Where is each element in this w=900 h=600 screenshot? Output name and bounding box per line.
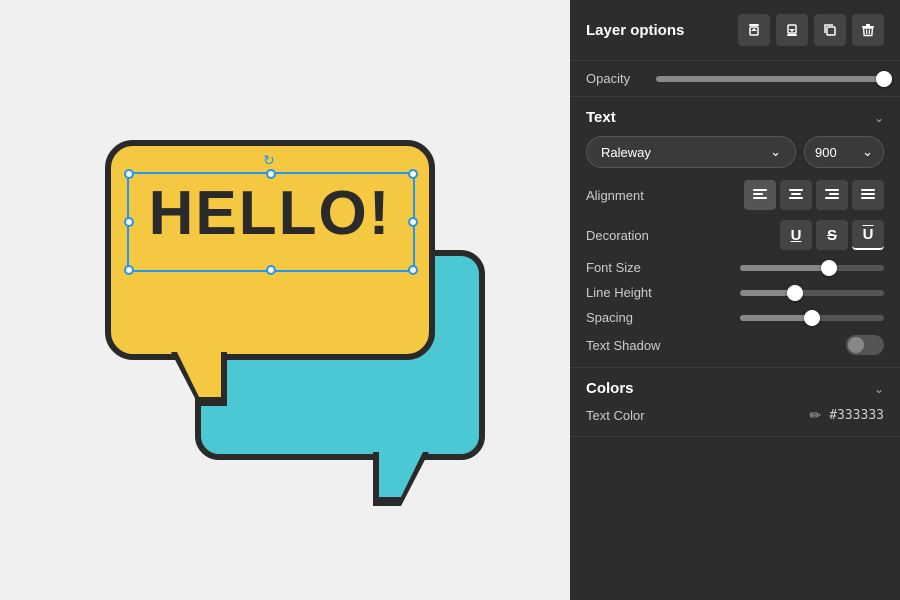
opacity-label: Opacity — [586, 71, 646, 86]
strikethrough-button[interactable]: S — [816, 220, 848, 250]
align-right-button[interactable] — [816, 180, 848, 210]
decoration-row: Decoration U S U — [586, 220, 884, 250]
delete-button[interactable] — [852, 14, 884, 46]
decoration-label: Decoration — [586, 228, 780, 243]
font-size-row: Font Size — [586, 260, 884, 275]
align-left-button[interactable] — [744, 180, 776, 210]
eyedropper-icon[interactable]: ✏ — [809, 407, 821, 424]
illustration: HELLO! ↻ — [75, 110, 495, 490]
handle-bm[interactable] — [266, 265, 276, 275]
font-size-thumb[interactable] — [821, 260, 837, 276]
font-weight-value: 900 — [815, 145, 837, 160]
alignment-label: Alignment — [586, 188, 744, 203]
text-color-value: ✏ #333333 — [809, 407, 884, 424]
opacity-track — [656, 76, 884, 82]
spacing-fill — [740, 315, 812, 321]
colors-chevron-icon[interactable]: ⌄ — [874, 382, 884, 396]
font-size-label: Font Size — [586, 260, 730, 275]
line-height-label: Line Height — [586, 285, 730, 300]
handle-bl[interactable] — [124, 265, 134, 275]
text-color-label: Text Color — [586, 408, 809, 423]
font-size-fill — [740, 265, 829, 271]
alignment-row: Alignment — [586, 180, 884, 210]
text-color-row: Text Color ✏ #333333 — [586, 407, 884, 424]
opacity-thumb[interactable] — [876, 71, 892, 87]
font-row: Raleway ⌄ 900 ⌄ — [586, 136, 884, 168]
handle-tr[interactable] — [408, 169, 418, 179]
text-section-header: Text ⌄ — [586, 109, 884, 126]
handle-tl[interactable] — [124, 169, 134, 179]
align-top-button[interactable] — [738, 14, 770, 46]
text-section-title: Text — [586, 109, 616, 126]
opacity-slider[interactable] — [656, 76, 884, 82]
text-shadow-toggle[interactable] — [846, 335, 884, 355]
font-weight-select[interactable]: 900 ⌄ — [804, 136, 884, 168]
overline-button[interactable]: U — [852, 220, 884, 250]
align-justify-button[interactable] — [852, 180, 884, 210]
text-shadow-knob — [848, 337, 864, 353]
duplicate-button[interactable] — [814, 14, 846, 46]
layer-options-title: Layer options — [586, 22, 684, 39]
layer-actions — [738, 14, 884, 46]
align-bottom-button[interactable] — [776, 14, 808, 46]
font-size-track — [740, 265, 884, 271]
text-chevron-icon[interactable]: ⌄ — [874, 111, 884, 125]
line-height-thumb[interactable] — [787, 285, 803, 301]
font-weight-chevron: ⌄ — [862, 144, 873, 160]
underline-button[interactable]: U — [780, 220, 812, 250]
opacity-row: Opacity — [570, 61, 900, 97]
spacing-row: Spacing — [586, 310, 884, 325]
line-height-slider[interactable] — [740, 290, 884, 296]
handle-tm[interactable] — [266, 169, 276, 179]
colors-section-header: Colors ⌄ — [586, 380, 884, 397]
spacing-label: Spacing — [586, 310, 730, 325]
opacity-fill — [656, 76, 884, 82]
alignment-buttons — [744, 180, 884, 210]
spacing-slider[interactable] — [740, 315, 884, 321]
text-shadow-label: Text Shadow — [586, 338, 846, 353]
spacing-thumb[interactable] — [804, 310, 820, 326]
colors-section-title: Colors — [586, 380, 634, 397]
font-family-value: Raleway — [601, 145, 651, 160]
handle-ml[interactable] — [124, 217, 134, 227]
decoration-buttons: U S U — [780, 220, 884, 250]
canvas-area: HELLO! ↻ — [0, 0, 570, 600]
rotate-handle[interactable]: ↻ — [263, 152, 279, 168]
colors-section: Colors ⌄ Text Color ✏ #333333 — [570, 368, 900, 437]
line-height-track — [740, 290, 884, 296]
font-size-slider[interactable] — [740, 265, 884, 271]
handle-br[interactable] — [408, 265, 418, 275]
align-center-button[interactable] — [780, 180, 812, 210]
text-color-hex[interactable]: #333333 — [829, 408, 884, 423]
selection-box: ↻ — [127, 172, 415, 272]
font-family-chevron: ⌄ — [770, 144, 781, 160]
text-section: Text ⌄ Raleway ⌄ 900 ⌄ Alignment — [570, 97, 900, 368]
font-family-select[interactable]: Raleway ⌄ — [586, 136, 796, 168]
right-panel: Layer options — [570, 0, 900, 600]
handle-mr[interactable] — [408, 217, 418, 227]
text-shadow-row: Text Shadow — [586, 335, 884, 355]
line-height-row: Line Height — [586, 285, 884, 300]
layer-options-header: Layer options — [570, 0, 900, 61]
spacing-track — [740, 315, 884, 321]
